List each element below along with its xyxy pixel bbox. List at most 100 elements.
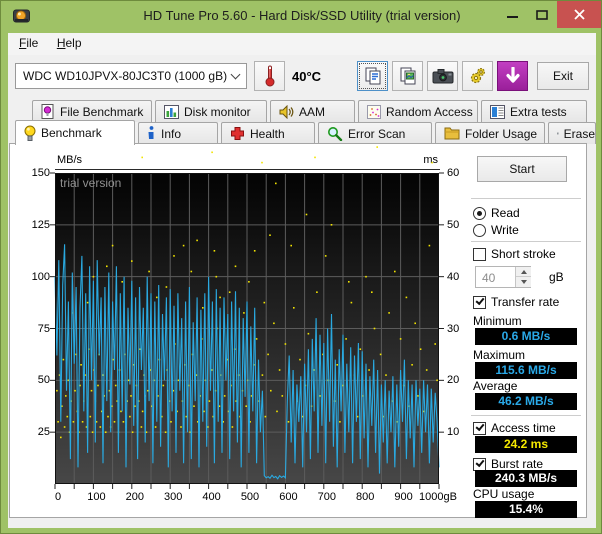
axis-units: MB/s ms (55, 154, 440, 168)
separator (471, 198, 581, 200)
tab-label: Erase (564, 127, 595, 141)
maximum-value: 115.6 MB/s (475, 362, 577, 379)
tab-random-access[interactable]: Random Access (358, 100, 478, 122)
copy-text-button[interactable] (357, 61, 388, 91)
controls-panel: Start Read Write Short stroke 40 (471, 154, 583, 514)
y-left-tick-label: 100 (12, 271, 50, 283)
tab-error-scan[interactable]: Error Scan (318, 122, 432, 144)
x-tick-label: 1000gB (419, 491, 465, 503)
average-label: Average (473, 379, 517, 393)
access-time-label: Access time (491, 421, 556, 435)
trash-icon (557, 126, 559, 141)
access-time-value: 24.2 ms (475, 436, 577, 453)
tab-aam[interactable]: AAM (270, 100, 355, 122)
tab-info[interactable]: Info (138, 122, 218, 144)
access-time-checkbox[interactable]: Access time (473, 421, 556, 435)
temperature-button[interactable] (254, 61, 285, 91)
random-access-icon (367, 105, 381, 119)
maximum-label: Maximum (473, 348, 525, 362)
file-benchmark-icon (41, 104, 55, 119)
transfer-rate-label: Transfer rate (491, 295, 559, 309)
tab-extra-tests[interactable]: Extra tests (481, 100, 587, 122)
tab-disk-monitor[interactable]: Disk monitor (155, 100, 267, 122)
burst-rate-label: Burst rate (491, 457, 543, 471)
tab-label: AAM (299, 105, 325, 119)
checkbox-checked-icon (473, 422, 486, 435)
menu-bar: File Help (8, 33, 596, 55)
maximize-button[interactable] (527, 1, 557, 28)
camera-button[interactable] (427, 61, 458, 91)
spinner-buttons (515, 267, 530, 287)
spinner-down-button[interactable] (516, 277, 531, 287)
drive-select-value: WDC WD10JPVX-80JC3T0 (1000 gB) (23, 69, 227, 83)
checkbox-checked-icon (473, 458, 486, 471)
cpu-usage-label: CPU usage (473, 487, 534, 501)
tab-health[interactable]: Health (221, 122, 315, 144)
tools-button[interactable] (462, 61, 493, 91)
y-left-unit: MB/s (57, 154, 82, 166)
plot-area: trial version (55, 173, 439, 484)
app-window: HD Tune Pro 5.60 - Hard Disk/SSD Utility… (0, 0, 602, 534)
menu-file[interactable]: File (12, 33, 45, 53)
write-radio[interactable]: Write (473, 223, 519, 237)
y-left-tick-label: 50 (12, 374, 50, 386)
tab-label: Info (161, 127, 181, 141)
copy-image-icon (398, 66, 418, 86)
separator (471, 241, 581, 243)
burst-rate-checkbox[interactable]: Burst rate (473, 457, 543, 471)
plot-top-border (55, 169, 440, 170)
y-left-tick-label: 25 (12, 426, 50, 438)
y-left-tick-label: 125 (12, 219, 50, 231)
tab-label: Random Access (386, 105, 473, 119)
radio-unchecked-icon (473, 224, 486, 237)
download-arrow-icon (505, 67, 521, 85)
exit-button[interactable]: Exit (537, 62, 589, 90)
close-button[interactable] (557, 1, 602, 28)
minimize-icon (507, 10, 518, 19)
tab-label: Extra tests (510, 105, 567, 119)
tab-label: Disk monitor (184, 105, 251, 119)
read-label: Read (491, 206, 520, 220)
separator (471, 415, 581, 417)
copy-text-icon (363, 66, 383, 86)
checkbox-unchecked-icon (473, 248, 486, 261)
gb-unit-label: gB (549, 270, 564, 284)
average-value: 46.2 MB/s (475, 393, 577, 410)
speaker-icon (279, 105, 294, 119)
folder-icon (444, 127, 460, 140)
short-stroke-value: 40 (482, 271, 495, 285)
read-radio[interactable]: Read (473, 206, 520, 220)
copy-image-button[interactable] (392, 61, 423, 91)
minimize-button[interactable] (497, 1, 527, 28)
tab-label: Health (250, 127, 285, 141)
tab-benchmark[interactable]: Benchmark (15, 120, 135, 145)
exit-label: Exit (553, 69, 573, 83)
burst-rate-value: 240.3 MB/s (475, 470, 577, 487)
health-cross-icon (230, 126, 245, 141)
short-stroke-checkbox[interactable]: Short stroke (473, 247, 556, 261)
error-scan-magnifier-icon (327, 126, 343, 141)
write-label: Write (491, 223, 519, 237)
disk-monitor-icon (164, 105, 179, 119)
temperature-value: 40°C (292, 69, 321, 84)
tab-folder-usage[interactable]: Folder Usage (435, 122, 545, 144)
tab-erase[interactable]: Erase (548, 122, 596, 144)
tab-file-benchmark[interactable]: File Benchmark (32, 100, 152, 122)
radio-checked-icon (473, 207, 486, 220)
minimum-label: Minimum (473, 314, 522, 328)
menu-help[interactable]: Help (50, 33, 89, 53)
start-button[interactable]: Start (477, 156, 567, 182)
y-right-unit: ms (423, 154, 438, 166)
save-results-button[interactable] (497, 61, 528, 91)
benchmark-bulb-icon (24, 125, 36, 142)
spinner-up-button[interactable] (516, 267, 531, 277)
client-area: File Help WDC WD10JPVX-80JC3T0 (1000 gB)… (8, 33, 596, 528)
benchmark-page: MB/s ms trial version 150125100755025605… (9, 144, 587, 518)
drive-select[interactable]: WDC WD10JPVX-80JC3T0 (1000 gB) (15, 63, 247, 89)
title-bar: HD Tune Pro 5.60 - Hard Disk/SSD Utility… (1, 1, 602, 33)
tab-label: File Benchmark (60, 105, 143, 119)
short-stroke-spinner[interactable]: 40 (475, 266, 531, 288)
maximize-icon (536, 10, 548, 20)
transfer-rate-checkbox[interactable]: Transfer rate (473, 295, 559, 309)
y-left-tick-label: 150 (12, 167, 50, 179)
